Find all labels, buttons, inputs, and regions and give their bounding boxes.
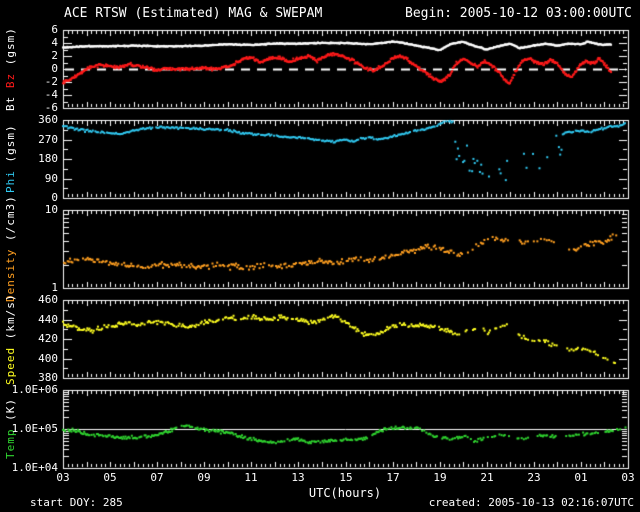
y-tick-label: 2 [51,49,58,62]
y-tick-label: 440 [38,313,58,326]
y-tick-label: 1.0E+06 [11,383,58,396]
x-tick-label: 15 [339,471,353,484]
y-tick-label: 360 [38,113,58,126]
y-tick-label: 460 [38,293,58,306]
x-tick-label: 09 [197,471,211,484]
x-tick-label: 11 [244,471,258,484]
x-tick-label: 21 [480,471,494,484]
begin-timestamp: Begin: 2005-10-12 03:00:00UTC [405,6,632,21]
y-axis-label-part: (K) [4,398,17,422]
x-tick-label: 13 [291,471,305,484]
y-tick-label: 270 [38,133,58,146]
y-tick-label: 420 [38,332,58,345]
plot-canvas [0,0,640,512]
y-tick-label: 0 [51,62,58,75]
x-tick-label: 03 [621,471,635,484]
x-tick-label: 17 [386,471,400,484]
y-tick-label: 6 [51,23,58,36]
x-tick-label: 19 [433,471,447,484]
y-tick-label: 1.0E+05 [11,422,58,435]
y-tick-label: 10 [44,203,58,216]
start-doy-label: start DOY: 285 [30,496,123,509]
x-axis-label: UTC(hours) [308,486,382,500]
y-tick-label: 4 [51,36,58,49]
x-tick-label: 23 [527,471,541,484]
x-tick-label: 05 [103,471,117,484]
x-tick-label: 03 [56,471,70,484]
x-tick-label: 01 [574,471,588,484]
y-tick-label: -2 [44,75,58,88]
y-tick-label: 180 [38,152,58,165]
page-title: ACE RTSW (Estimated) MAG & SWEPAM [64,6,323,21]
ace-rtsw-plot: ACE RTSW (Estimated) MAG & SWEPAM Begin:… [0,0,640,512]
x-tick-label: 07 [150,471,164,484]
created-timestamp: created: 2005-10-13 02:16:07UTC [428,496,634,509]
